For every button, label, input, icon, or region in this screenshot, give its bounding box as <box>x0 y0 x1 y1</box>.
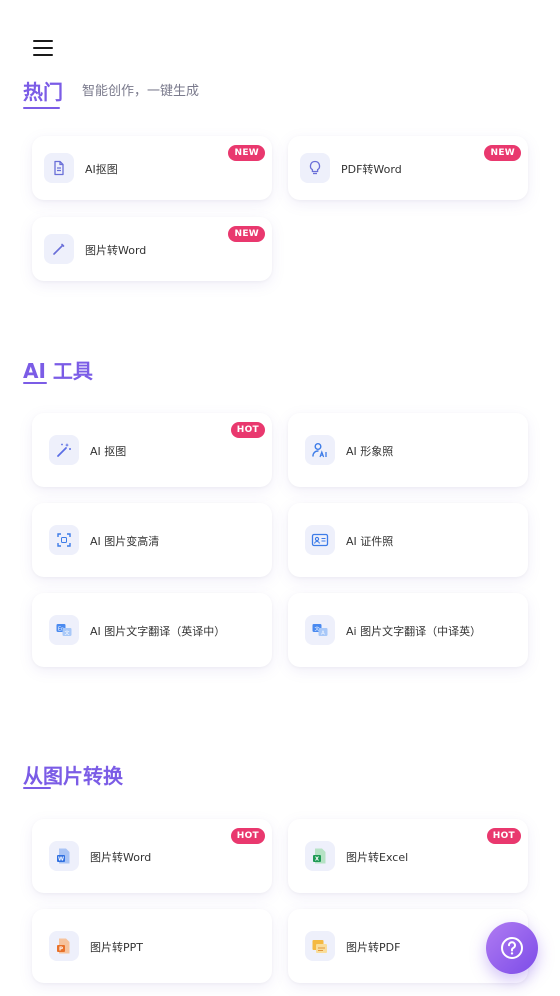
hot-badge: HOT <box>230 828 265 844</box>
new-badge: NEW <box>228 145 265 161</box>
ai-portrait-icon <box>305 435 335 465</box>
card-label: AI 图片文字翻译（英译中） <box>90 625 226 638</box>
card-label: 图片转Excel <box>346 851 409 864</box>
card-label: 图片转PDF <box>346 941 401 954</box>
card-ai-translate-zh-en[interactable]: 文A Ai 图片文字翻译（中译英） <box>288 593 528 667</box>
document-icon <box>44 153 74 183</box>
card-image-to-word[interactable]: 图片转Word NEW <box>32 217 272 281</box>
card-ai-translate-en-zh[interactable]: En 文 AI 图片文字翻译（英译中） <box>32 593 272 667</box>
convert-title-underline <box>23 787 51 789</box>
card-pdf-to-word[interactable]: PDF转Word NEW <box>288 136 528 200</box>
ai-tools-title-underline <box>23 382 47 384</box>
magic-wand-icon <box>49 435 79 465</box>
card-label: 图片转Word <box>85 244 147 257</box>
card-image-to-excel[interactable]: X 图片转Excel HOT <box>288 819 528 893</box>
card-ai-cutout-tool[interactable]: AI 抠图 HOT <box>32 413 272 487</box>
card-ai-id-photo[interactable]: AI 证件照 <box>288 503 528 577</box>
home-page: 热门 智能创作，一键生成 AI抠图 NEW PDF转Word NEW 图片转Wo… <box>0 0 560 996</box>
card-label: AI抠图 <box>85 163 118 176</box>
hot-section-title: 热门 <box>23 80 63 104</box>
pen-icon <box>44 234 74 264</box>
new-badge: NEW <box>484 145 521 161</box>
card-label: AI 抠图 <box>90 445 127 458</box>
card-label: 图片转PPT <box>90 941 143 954</box>
enhance-frame-icon <box>49 525 79 555</box>
excel-file-icon: X <box>305 841 335 871</box>
pdf-file-icon <box>305 931 335 961</box>
new-badge: NEW <box>228 226 265 242</box>
translate-zh-en-icon: 文A <box>305 615 335 645</box>
translate-en-zh-icon: En 文 <box>49 615 79 645</box>
card-ai-cutout[interactable]: AI抠图 NEW <box>32 136 272 200</box>
card-label: PDF转Word <box>341 163 402 176</box>
svg-text:P: P <box>59 947 63 953</box>
hot-badge: HOT <box>486 828 521 844</box>
help-question-icon <box>501 937 523 959</box>
card-label: 图片转Word <box>90 851 152 864</box>
lightbulb-icon <box>300 153 330 183</box>
svg-text:文: 文 <box>64 630 69 637</box>
card-image-to-word-convert[interactable]: W 图片转Word HOT <box>32 819 272 893</box>
word-file-icon: W <box>49 841 79 871</box>
ppt-file-icon: P <box>49 931 79 961</box>
hamburger-menu-icon[interactable] <box>33 40 53 56</box>
card-label: AI 证件照 <box>346 535 394 548</box>
hot-title-underline <box>23 107 60 109</box>
card-ai-portrait[interactable]: AI 形象照 <box>288 413 528 487</box>
card-label: AI 形象照 <box>346 445 394 458</box>
ai-tools-section-title: AI 工具 <box>23 359 93 383</box>
svg-text:A: A <box>321 631 325 637</box>
hot-section-subtitle: 智能创作，一键生成 <box>82 84 200 99</box>
card-label: Ai 图片文字翻译（中译英） <box>346 625 482 638</box>
id-card-icon <box>305 525 335 555</box>
hot-badge: HOT <box>230 422 265 438</box>
convert-section-title: 从图片转换 <box>23 764 123 788</box>
help-button[interactable] <box>486 922 538 974</box>
card-image-to-ppt[interactable]: P 图片转PPT <box>32 909 272 983</box>
card-ai-enhance[interactable]: AI 图片变高清 <box>32 503 272 577</box>
card-label: AI 图片变高清 <box>90 535 160 548</box>
svg-text:W: W <box>58 857 64 863</box>
